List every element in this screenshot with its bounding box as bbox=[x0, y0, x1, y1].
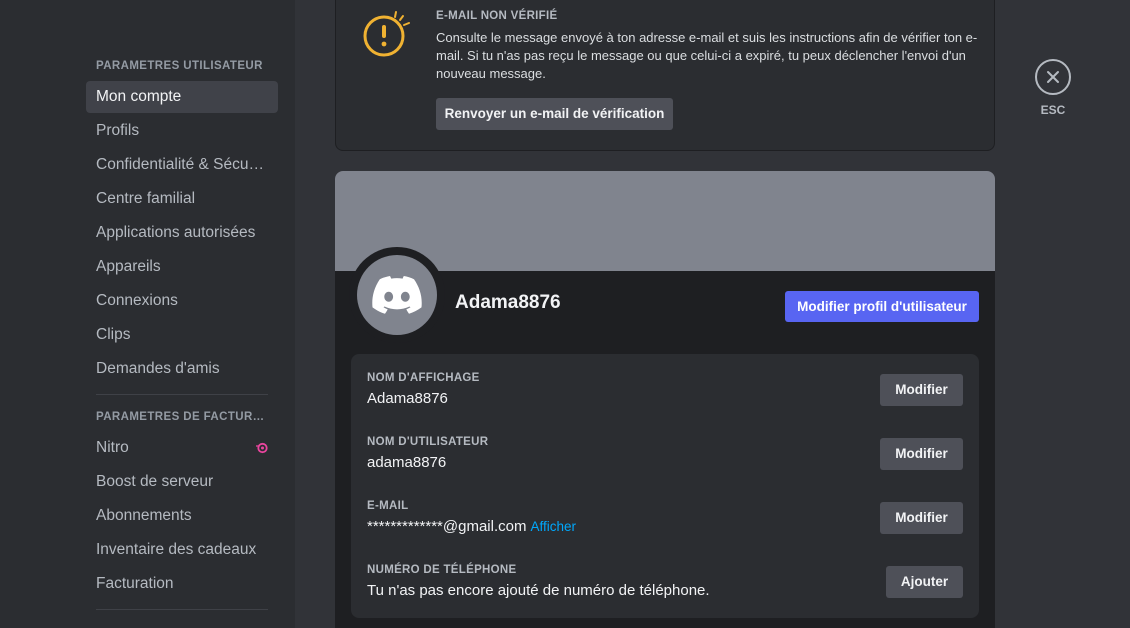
sidebar-item-profiles[interactable]: Profils bbox=[86, 115, 278, 147]
avatar[interactable] bbox=[357, 255, 437, 335]
resend-verification-button[interactable]: Renvoyer un e-mail de vérification bbox=[436, 98, 673, 130]
sidebar-item-clips[interactable]: Clips bbox=[86, 319, 278, 351]
edit-display-name-button[interactable]: Modifier bbox=[880, 374, 963, 406]
sidebar-item-my-account[interactable]: Mon compte bbox=[86, 81, 278, 113]
sidebar-item-family-center[interactable]: Centre familial bbox=[86, 183, 278, 215]
display-name-field: NOM D'AFFICHAGE Adama8876 Modifier bbox=[367, 372, 963, 420]
profile-card: Adama8876 Modifier profil d'utilisateur … bbox=[335, 171, 995, 628]
field-label: NOM D'UTILISATEUR bbox=[367, 436, 489, 448]
sidebar-item-nitro[interactable]: Nitro bbox=[86, 432, 278, 464]
field-label: NUMÉRO DE TÉLÉPHONE bbox=[367, 564, 517, 576]
settings-sidebar: PARAMÈTRES UTILISATEUR Mon compte Profil… bbox=[0, 0, 295, 628]
section-header-billing-settings: PARAMÈTRES DE FACTURATION bbox=[96, 411, 268, 423]
close-settings-button[interactable] bbox=[1035, 59, 1071, 95]
sidebar-separator bbox=[96, 609, 268, 610]
sidebar-item-billing[interactable]: Facturation bbox=[86, 568, 278, 600]
field-value: Tu n'as pas encore ajouté de numéro de t… bbox=[367, 582, 710, 599]
esc-label: ESC bbox=[1040, 103, 1066, 117]
field-label: NOM D'AFFICHAGE bbox=[367, 372, 480, 384]
edit-email-button[interactable]: Modifier bbox=[880, 502, 963, 534]
warning-icon bbox=[363, 11, 410, 57]
section-header-user-settings: PARAMÈTRES UTILISATEUR bbox=[96, 60, 263, 72]
username-field: NOM D'UTILISATEUR adama8876 Modifier bbox=[367, 436, 963, 484]
sidebar-item-gift-inventory[interactable]: Inventaire des cadeaux bbox=[86, 534, 278, 566]
masked-email: *************@gmail.com bbox=[367, 518, 527, 535]
sidebar-separator bbox=[96, 394, 268, 395]
discord-logo-icon bbox=[372, 276, 422, 314]
sidebar-item-server-boost[interactable]: Boost de serveur bbox=[86, 466, 278, 498]
nitro-icon bbox=[256, 442, 268, 454]
field-value: *************@gmail.com Afficher bbox=[367, 518, 576, 535]
field-label: E-MAIL bbox=[367, 500, 409, 512]
avatar-ring bbox=[349, 247, 445, 343]
profile-username: Adama8876 bbox=[455, 292, 561, 313]
sidebar-item-authorized-apps[interactable]: Applications autorisées bbox=[86, 217, 278, 249]
alert-message: Consulte le message envoyé à ton adresse… bbox=[436, 30, 978, 81]
add-phone-button[interactable]: Ajouter bbox=[886, 566, 963, 598]
close-icon bbox=[1047, 71, 1059, 83]
phone-field: NUMÉRO DE TÉLÉPHONE Tu n'as pas encore a… bbox=[367, 564, 963, 612]
field-value: adama8876 bbox=[367, 454, 447, 471]
alert-title: E-MAIL NON VÉRIFIÉ bbox=[436, 10, 558, 22]
email-field: E-MAIL *************@gmail.com Afficher M… bbox=[367, 500, 963, 548]
reveal-email-link[interactable]: Afficher bbox=[530, 519, 576, 534]
field-value: Adama8876 bbox=[367, 390, 448, 407]
sidebar-item-friend-requests[interactable]: Demandes d'amis bbox=[86, 353, 278, 385]
edit-user-profile-button[interactable]: Modifier profil d'utilisateur bbox=[785, 291, 979, 322]
sidebar-item-connections[interactable]: Connexions bbox=[86, 285, 278, 317]
sidebar-item-subscriptions[interactable]: Abonnements bbox=[86, 500, 278, 532]
sidebar-item-devices[interactable]: Appareils bbox=[86, 251, 278, 283]
account-fields-panel: NOM D'AFFICHAGE Adama8876 Modifier NOM D… bbox=[351, 354, 979, 618]
edit-username-button[interactable]: Modifier bbox=[880, 438, 963, 470]
email-unverified-alert: E-MAIL NON VÉRIFIÉ Consulte le message e… bbox=[335, 0, 995, 151]
profile-banner bbox=[335, 171, 995, 271]
sidebar-item-label: Nitro bbox=[96, 439, 129, 456]
sidebar-item-privacy-safety[interactable]: Confidentialité & Sécurité bbox=[86, 149, 278, 181]
